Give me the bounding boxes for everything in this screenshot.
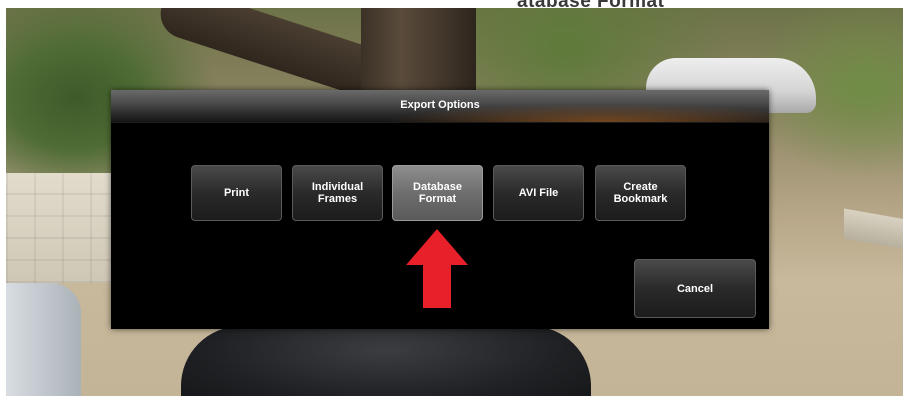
arrow-shape xyxy=(406,229,468,308)
parked-dark-car xyxy=(181,326,591,396)
avi-file-button[interactable]: AVI File xyxy=(493,165,584,221)
cancel-button[interactable]: Cancel xyxy=(634,259,756,318)
red-up-arrow-icon xyxy=(406,229,468,308)
individual-frames-button[interactable]: Individual Frames xyxy=(292,165,383,221)
dialog-title: Export Options xyxy=(400,99,480,111)
database-format-button[interactable]: Database Format xyxy=(392,165,483,221)
parked-silver-car xyxy=(6,283,81,396)
stone-wall xyxy=(6,173,116,283)
curb-stone xyxy=(844,208,903,250)
caption-text: atabase Format xyxy=(517,0,665,12)
create-bookmark-button[interactable]: Create Bookmark xyxy=(595,165,686,221)
dialog-title-bar: Export Options xyxy=(111,90,769,123)
print-button[interactable]: Print xyxy=(191,165,282,221)
